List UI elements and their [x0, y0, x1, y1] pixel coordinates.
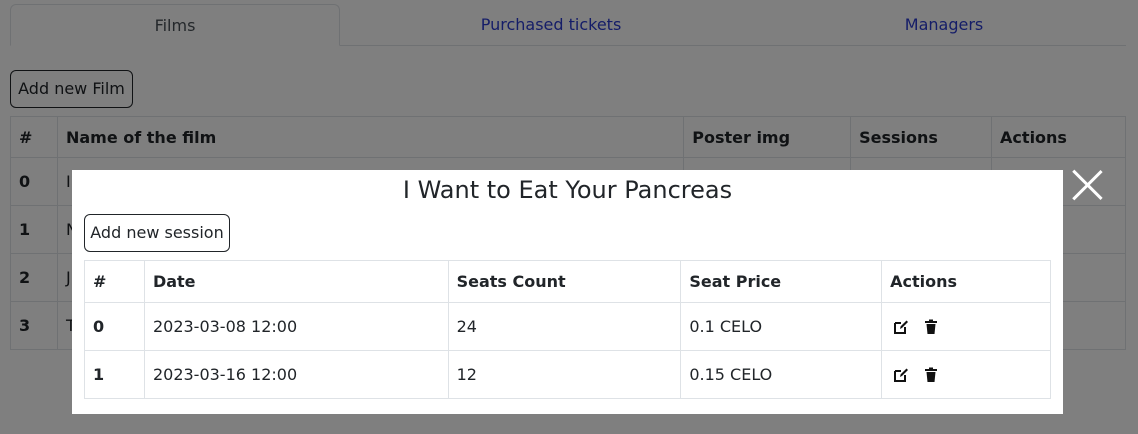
add-session-button[interactable]: Add new session [84, 214, 230, 252]
close-icon[interactable] [1070, 168, 1104, 202]
sessions-header-num: # [84, 260, 145, 303]
trash-icon[interactable] [922, 366, 940, 384]
sessions-header-seats: Seats Count [447, 260, 682, 303]
session-row-price: 0.15 CELO [680, 350, 883, 399]
sessions-header-price: Seat Price [680, 260, 883, 303]
session-row-date: 2023-03-16 12:00 [143, 350, 449, 399]
edit-icon[interactable] [892, 366, 910, 384]
session-row-seats: 24 [447, 302, 682, 351]
sessions-table: # Date Seats Count Seat Price Actions 0 … [84, 260, 1051, 399]
session-row-price: 0.1 CELO [680, 302, 883, 351]
modal-title: I Want to Eat Your Pancreas [402, 176, 733, 204]
session-row-seats: 12 [447, 350, 682, 399]
sessions-header-date: Date [143, 260, 449, 303]
session-row-actions [881, 350, 1051, 399]
session-row-actions [881, 302, 1051, 351]
session-row-num: 1 [84, 350, 145, 399]
table-row: 0 2023-03-08 12:00 24 0.1 CELO [84, 302, 1051, 351]
sessions-header-actions: Actions [881, 260, 1051, 303]
sessions-modal: I Want to Eat Your Pancreas Add new sess… [72, 170, 1063, 414]
trash-icon[interactable] [922, 318, 940, 336]
table-row: 1 2023-03-16 12:00 12 0.15 CELO [84, 350, 1051, 399]
session-row-num: 0 [84, 302, 145, 351]
session-row-date: 2023-03-08 12:00 [143, 302, 449, 351]
edit-icon[interactable] [892, 318, 910, 336]
sessions-header-row: # Date Seats Count Seat Price Actions [84, 260, 1051, 303]
